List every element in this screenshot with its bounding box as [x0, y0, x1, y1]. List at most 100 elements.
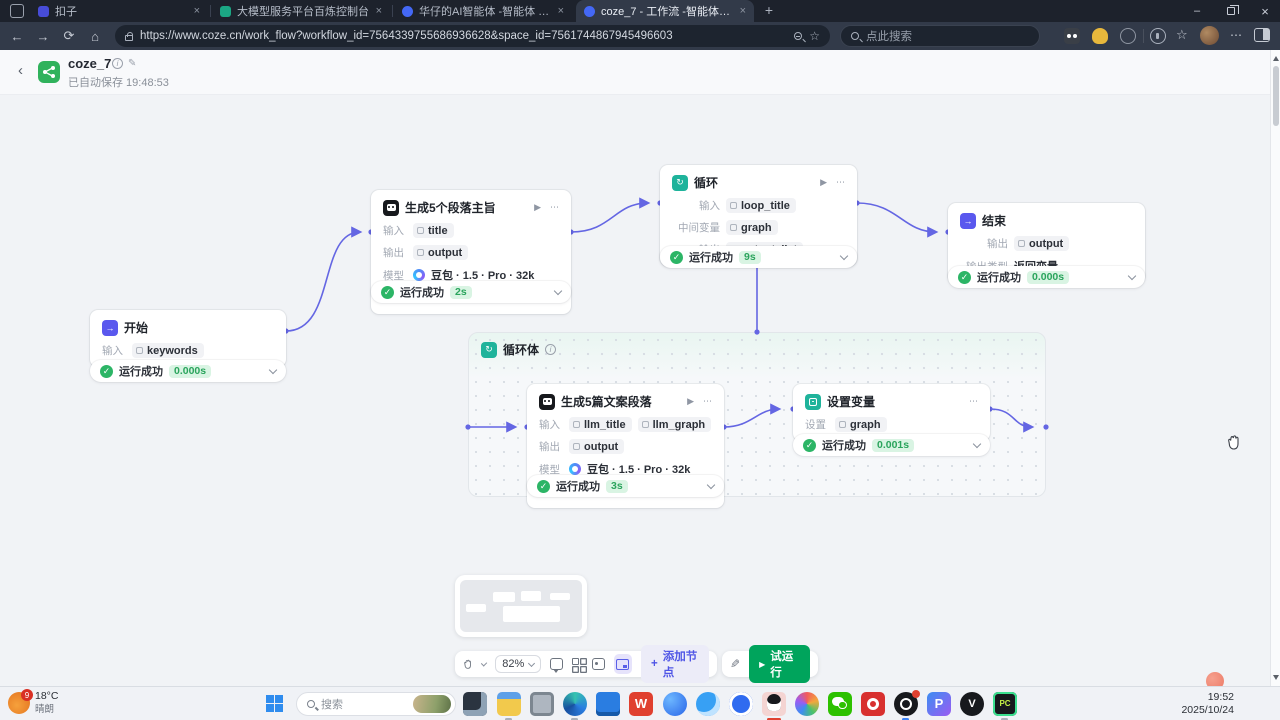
- extension-icon[interactable]: [1092, 28, 1108, 44]
- chevron-down-icon[interactable]: [973, 439, 981, 447]
- var-tag[interactable]: graph: [726, 220, 778, 235]
- run-status-loop[interactable]: ✓ 运行成功 9s: [660, 246, 857, 268]
- wechat-icon[interactable]: [828, 692, 852, 716]
- pen-icon[interactable]: ✎: [730, 657, 740, 671]
- add-node-button[interactable]: + 添加节点: [641, 645, 709, 683]
- window-restore-button[interactable]: [1216, 0, 1246, 22]
- run-node-icon[interactable]: ▶: [820, 177, 827, 188]
- favorites-icon[interactable]: ☆: [1176, 27, 1188, 43]
- taskbar-search-box[interactable]: 搜索: [296, 692, 456, 716]
- pycharm-icon[interactable]: PC: [993, 692, 1017, 716]
- microsoft-store-icon[interactable]: [596, 692, 620, 716]
- home-icon[interactable]: ⌂: [82, 29, 108, 44]
- layout-grid-icon[interactable]: [572, 658, 583, 671]
- tab-coze-home[interactable]: 扣子 ×: [30, 0, 208, 22]
- node-start[interactable]: → 开始 输入 keywords: [90, 310, 286, 367]
- info-icon[interactable]: i: [112, 58, 123, 69]
- taskbar-clock[interactable]: 19:52 2025/10/24: [1181, 691, 1234, 717]
- tab-agent[interactable]: 华仔的AI智能体 -智能体 - 扣子 ×: [394, 0, 572, 22]
- chevron-down-icon[interactable]: [1128, 271, 1136, 279]
- app-icon-blue[interactable]: [729, 692, 753, 716]
- tab-workflow-active[interactable]: coze_7 - 工作流 -智能体平台 ×: [576, 0, 754, 22]
- reload-icon[interactable]: ⟳: [56, 28, 82, 44]
- minimap[interactable]: [455, 575, 587, 637]
- var-tag[interactable]: output: [569, 439, 624, 454]
- var-tag[interactable]: output: [413, 245, 468, 260]
- var-tag[interactable]: graph: [835, 417, 887, 432]
- tab-close-icon[interactable]: ×: [558, 5, 564, 17]
- var-tag[interactable]: llm_graph: [638, 417, 712, 432]
- chevron-down-icon[interactable]: [269, 365, 277, 373]
- workflow-canvas[interactable]: ↻ 循环体 i: [0, 95, 1270, 686]
- edit-icon[interactable]: ✎: [128, 58, 136, 69]
- node-more-icon[interactable]: ⋯: [550, 202, 559, 213]
- hand-tool-chevron-icon[interactable]: [481, 660, 488, 667]
- tab-search-icon[interactable]: [10, 4, 24, 18]
- node-more-icon[interactable]: ⋯: [703, 396, 712, 407]
- extension-icon[interactable]: [1120, 28, 1136, 44]
- wps-icon[interactable]: W: [629, 692, 653, 716]
- task-view-icon[interactable]: [463, 692, 487, 716]
- minimap-toggle-button[interactable]: [614, 654, 632, 674]
- edge-browser-icon[interactable]: [563, 692, 587, 716]
- var-tag[interactable]: output: [1014, 236, 1069, 251]
- zoom-level-select[interactable]: 82%: [495, 655, 541, 673]
- tab-close-icon[interactable]: ×: [376, 5, 382, 17]
- chevron-down-icon[interactable]: [840, 251, 848, 259]
- profile-avatar[interactable]: [1200, 26, 1219, 45]
- file-explorer-icon[interactable]: [497, 692, 521, 716]
- zoom-out-icon[interactable]: [794, 32, 802, 40]
- tab-bailian-console[interactable]: 大模型服务平台百炼控制台 ×: [212, 0, 390, 22]
- node-more-icon[interactable]: ⋯: [836, 177, 845, 188]
- app-icon-v[interactable]: V: [960, 692, 984, 716]
- address-bar[interactable]: https://www.coze.cn/work_flow?workflow_i…: [115, 25, 830, 47]
- new-tab-button[interactable]: +: [760, 2, 778, 18]
- run-status-set-variable[interactable]: ✓ 运行成功 0.001s: [793, 434, 990, 456]
- var-tag[interactable]: title: [413, 223, 454, 238]
- window-minimize-button[interactable]: –: [1182, 0, 1212, 22]
- back-chevron-icon[interactable]: ‹: [18, 62, 23, 79]
- forward-icon[interactable]: →: [30, 29, 56, 44]
- chevron-down-icon[interactable]: [707, 480, 715, 488]
- tab-close-icon[interactable]: ×: [740, 5, 746, 17]
- url-text[interactable]: https://www.coze.cn/work_flow?workflow_i…: [140, 30, 787, 42]
- quark-icon[interactable]: [663, 692, 687, 716]
- scroll-up-arrow[interactable]: [1273, 56, 1279, 61]
- qq-icon-active[interactable]: [762, 692, 786, 716]
- bookmark-star-icon[interactable]: ☆: [809, 29, 820, 43]
- tab-close-icon[interactable]: ×: [194, 5, 200, 17]
- run-status-start[interactable]: ✓ 运行成功 0.000s: [90, 360, 286, 382]
- chevron-down-icon[interactable]: [554, 286, 562, 294]
- browser-search-box[interactable]: 点此搜索: [840, 25, 1040, 47]
- thunder-icon[interactable]: [696, 692, 720, 716]
- node-set-variable[interactable]: 设置变量 ⋯ 设置 graph: [793, 384, 990, 441]
- var-tag[interactable]: llm_title: [569, 417, 632, 432]
- run-status-llm-outline[interactable]: ✓ 运行成功 2s: [371, 281, 571, 303]
- run-status-llm-paragraphs[interactable]: ✓ 运行成功 3s: [527, 475, 724, 497]
- lark-icon[interactable]: [795, 692, 819, 716]
- back-icon[interactable]: ←: [4, 29, 30, 44]
- extension-icon[interactable]: [1150, 28, 1166, 44]
- scrollbar-thumb[interactable]: [1273, 66, 1279, 126]
- test-run-button[interactable]: ▶ 试运行: [749, 645, 810, 683]
- node-more-icon[interactable]: ⋯: [969, 396, 978, 407]
- hand-tool-icon[interactable]: [463, 657, 473, 671]
- app-icon-red-o[interactable]: [861, 692, 885, 716]
- window-close-button[interactable]: ×: [1250, 0, 1280, 22]
- run-status-end[interactable]: ✓ 运行成功 0.000s: [948, 266, 1145, 288]
- sidebar-toggle-icon[interactable]: [1254, 28, 1270, 42]
- weather-widget[interactable]: 9 18°C 晴朗: [8, 690, 58, 716]
- browser-menu-icon[interactable]: ⋯: [1230, 28, 1242, 42]
- run-node-icon[interactable]: ▶: [534, 202, 541, 213]
- image-icon[interactable]: [592, 658, 605, 670]
- comment-icon[interactable]: [550, 658, 563, 670]
- app-icon-p[interactable]: P: [927, 692, 951, 716]
- extension-icon[interactable]: [1064, 28, 1080, 44]
- search-highlight-image[interactable]: [413, 695, 451, 713]
- scroll-down-arrow[interactable]: [1273, 675, 1279, 680]
- run-node-icon[interactable]: ▶: [687, 396, 694, 407]
- obs-icon[interactable]: [894, 692, 918, 716]
- start-button[interactable]: [266, 695, 283, 712]
- device-manager-icon[interactable]: [530, 692, 554, 716]
- var-tag[interactable]: keywords: [132, 343, 204, 358]
